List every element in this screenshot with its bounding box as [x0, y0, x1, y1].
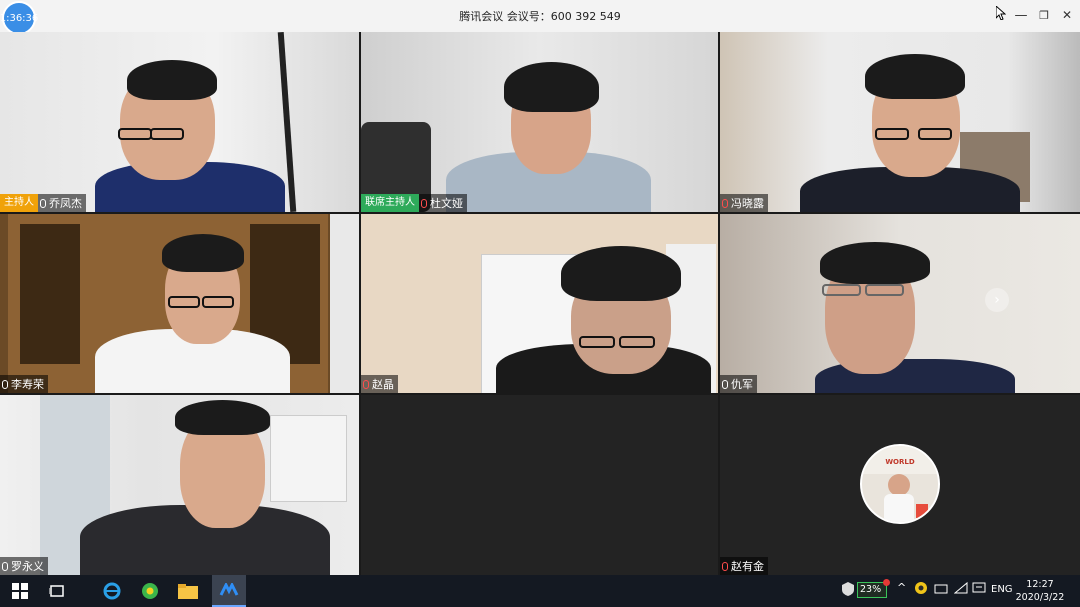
battery-indicator[interactable]: 23% [857, 579, 890, 598]
window-title: 腾讯会议 会议号：600 392 549 [459, 10, 621, 23]
microphone-icon [40, 198, 46, 208]
security-tray-icon[interactable] [842, 582, 854, 599]
browser-icon[interactable] [138, 579, 162, 603]
system-clock[interactable]: 12:27 2020/3/22 [1010, 578, 1070, 604]
clock-date: 2020/3/22 [1015, 592, 1065, 603]
participant-name: 乔凤杰 [49, 197, 82, 210]
title-bar: 腾讯会议 会议号：600 392 549 — ❐ ✕ [0, 0, 1080, 33]
task-view-icon[interactable] [45, 579, 69, 603]
mouse-cursor-icon [996, 6, 1006, 20]
avatar-text: WORLD [885, 458, 915, 466]
minimize-button[interactable]: — [1011, 6, 1031, 24]
microphone-icon [2, 379, 8, 389]
internet-explorer-icon[interactable] [100, 579, 124, 603]
next-page-button[interactable]: › [985, 288, 1009, 312]
participant-name: 李寿荣 [11, 378, 44, 391]
microphone-muted-icon [722, 198, 728, 208]
microphone-muted-icon [363, 379, 369, 389]
participant-name: 赵晶 [372, 378, 394, 391]
microphone-muted-icon [722, 561, 728, 571]
participant-name: 冯晓露 [731, 197, 764, 210]
empty-video-tile [361, 395, 718, 575]
video-tile[interactable]: 赵晶 [361, 214, 718, 393]
participant-name: 仇军 [731, 378, 753, 391]
close-button[interactable]: ✕ [1057, 6, 1077, 24]
microphone-icon [722, 379, 728, 389]
battery-percent: 23% [860, 584, 882, 595]
tencent-meeting-taskbar-icon[interactable] [212, 575, 246, 607]
microphone-muted-icon [421, 198, 427, 208]
participant-name: 赵有金 [731, 560, 764, 573]
host-badge: 主持人 [0, 194, 38, 212]
taskbar: 23% ^ ENG 12:27 2020/3/22 [0, 575, 1080, 607]
meeting-timer: 1:36:36 [0, 1, 38, 35]
video-tile[interactable]: 李寿荣 [0, 214, 359, 393]
clock-time: 12:27 [1026, 579, 1054, 590]
windows-start-icon[interactable] [8, 579, 32, 603]
app-tray-icon[interactable] [914, 581, 928, 598]
video-tile[interactable]: 冯晓露 [720, 32, 1080, 212]
video-tile[interactable]: 主持人 乔凤杰 [0, 32, 359, 212]
participant-name: 杜文娅 [430, 197, 463, 210]
participant-name: 罗永义 [11, 560, 44, 573]
restore-button[interactable]: ❐ [1034, 6, 1054, 24]
video-tile[interactable]: 联席主持人 杜文娅 [361, 32, 718, 212]
network-tray-icon[interactable] [934, 581, 948, 598]
microphone-icon [2, 561, 8, 571]
chevron-up-icon[interactable]: ^ [897, 581, 906, 594]
video-tile[interactable]: 仇军 [720, 214, 1080, 393]
cohost-badge: 联席主持人 [361, 194, 419, 212]
wifi-icon[interactable] [953, 581, 968, 598]
file-explorer-icon[interactable] [176, 579, 200, 603]
video-tile[interactable]: 罗永义 [0, 395, 359, 575]
notification-icon[interactable] [972, 581, 986, 598]
avatar: WORLD [860, 444, 940, 524]
